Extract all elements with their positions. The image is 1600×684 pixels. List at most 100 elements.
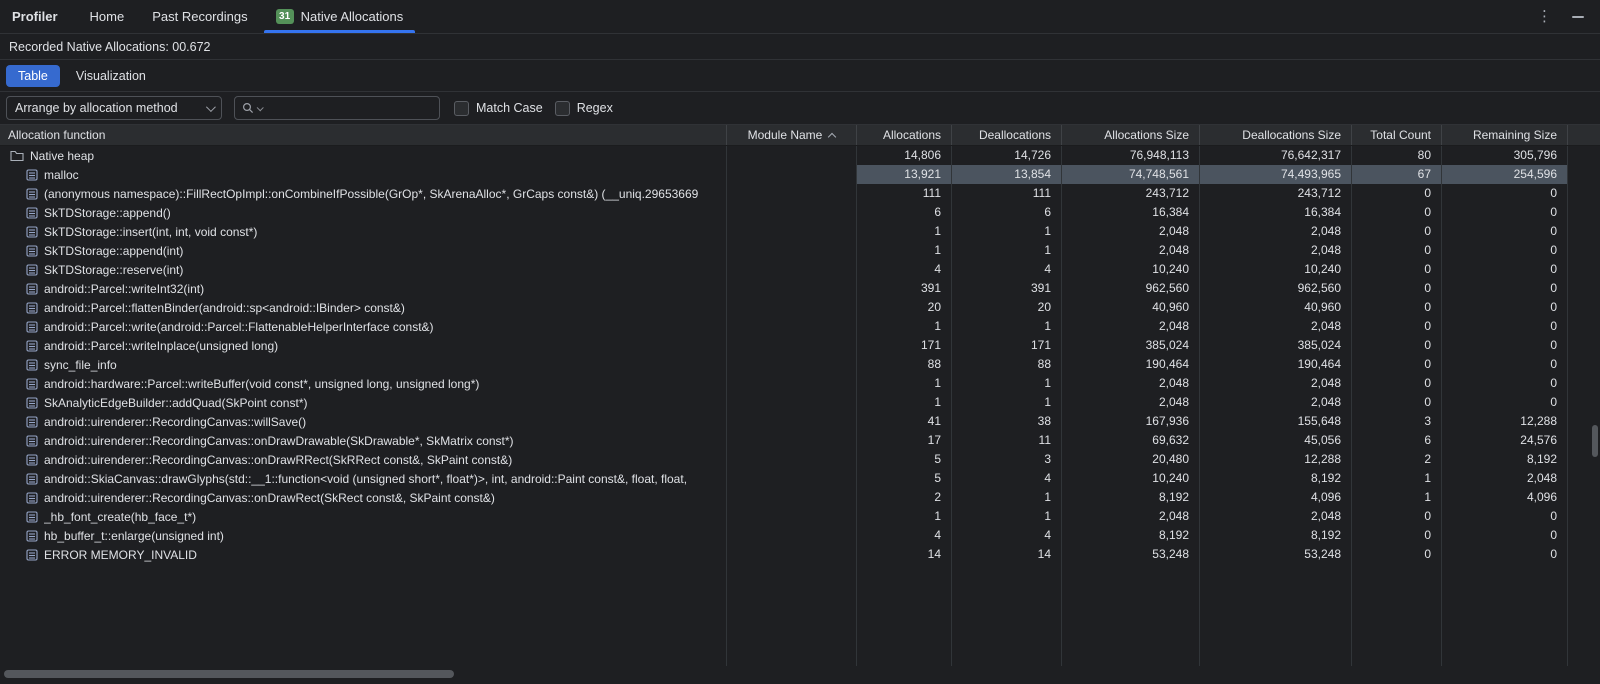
cell-deallocations-size: 12,288 xyxy=(1200,450,1352,469)
table-row[interactable]: android::Parcel::flattenBinder(android::… xyxy=(0,298,1600,317)
tab-home-label: Home xyxy=(90,9,125,24)
allocation-method-icon xyxy=(26,245,38,257)
table-row[interactable]: SkAnalyticEdgeBuilder::addQuad(SkPoint c… xyxy=(0,393,1600,412)
cell-module-name xyxy=(727,279,857,298)
column-header-allocation-function[interactable]: Allocation function xyxy=(0,125,727,145)
tab-past-recordings-label: Past Recordings xyxy=(152,9,247,24)
column-header-remaining-size[interactable]: Remaining Size xyxy=(1442,125,1568,145)
function-name: android::uirenderer::RecordingCanvas::wi… xyxy=(44,415,306,429)
table-row[interactable]: hb_buffer_t::enlarge(unsigned int)448,19… xyxy=(0,526,1600,545)
function-name: malloc xyxy=(44,168,79,182)
tab-home[interactable]: Home xyxy=(76,0,139,33)
table-row[interactable]: android::uirenderer::RecordingCanvas::on… xyxy=(0,488,1600,507)
cell-total-count: 3 xyxy=(1352,412,1442,431)
table-row[interactable]: SkTDStorage::reserve(int)4410,24010,2400… xyxy=(0,260,1600,279)
cell-total-count: 0 xyxy=(1352,279,1442,298)
table-row[interactable]: android::Parcel::writeInt32(int)39139196… xyxy=(0,279,1600,298)
column-header-allocations[interactable]: Allocations xyxy=(857,125,952,145)
cell-remaining-size: 0 xyxy=(1442,241,1568,260)
table-row[interactable]: android::hardware::Parcel::writeBuffer(v… xyxy=(0,374,1600,393)
arrange-by-dropdown[interactable]: Arrange by allocation method xyxy=(6,96,222,120)
cell-allocations-size: 2,048 xyxy=(1062,222,1200,241)
search-field[interactable] xyxy=(234,96,440,120)
table-row[interactable]: sync_file_info8888190,464190,46400 xyxy=(0,355,1600,374)
horizontal-scrollbar[interactable] xyxy=(0,666,1600,684)
horizontal-scrollbar-thumb[interactable] xyxy=(4,670,454,678)
function-name: android::Parcel::write(android::Parcel::… xyxy=(44,320,434,334)
cell-deallocations-size: 190,464 xyxy=(1200,355,1352,374)
cell-allocations-size: 10,240 xyxy=(1062,469,1200,488)
cell-deallocations: 4 xyxy=(952,260,1062,279)
table-row[interactable]: android::uirenderer::RecordingCanvas::on… xyxy=(0,450,1600,469)
tab-visualization[interactable]: Visualization xyxy=(64,65,158,87)
search-icon xyxy=(242,102,254,114)
empty-column-area xyxy=(1352,564,1442,666)
column-header-label: Allocations xyxy=(883,128,941,142)
cell-remaining-size: 0 xyxy=(1442,507,1568,526)
table-toolbar: Arrange by allocation method Match Case … xyxy=(0,92,1600,125)
table-row[interactable]: _hb_font_create(hb_face_t*)112,0482,0480… xyxy=(0,507,1600,526)
table-row[interactable]: android::uirenderer::RecordingCanvas::on… xyxy=(0,431,1600,450)
cell-deallocations: 38 xyxy=(952,412,1062,431)
regex-checkbox[interactable] xyxy=(555,101,570,116)
cell-remaining-size: 0 xyxy=(1442,298,1568,317)
cell-deallocations-size: 385,024 xyxy=(1200,336,1352,355)
folder-icon xyxy=(10,150,24,162)
cell-remaining-size: 8,192 xyxy=(1442,450,1568,469)
kebab-menu-icon[interactable]: ⋮ xyxy=(1537,9,1552,24)
cell-module-name xyxy=(727,469,857,488)
search-input[interactable] xyxy=(265,101,432,115)
cell-total-count: 0 xyxy=(1352,374,1442,393)
cell-allocations-size: 2,048 xyxy=(1062,317,1200,336)
cell-deallocations: 11 xyxy=(952,431,1062,450)
table-body: Native heap14,80614,72676,948,11376,642,… xyxy=(0,146,1600,564)
table-row[interactable]: SkTDStorage::insert(int, int, void const… xyxy=(0,222,1600,241)
allocation-method-icon xyxy=(26,321,38,333)
table-row[interactable]: android::Parcel::write(android::Parcel::… xyxy=(0,317,1600,336)
cell-allocations-size: 167,936 xyxy=(1062,412,1200,431)
cell-allocations-size: 190,464 xyxy=(1062,355,1200,374)
function-name: android::uirenderer::RecordingCanvas::on… xyxy=(44,434,514,448)
table-row[interactable]: android::SkiaCanvas::drawGlyphs(std::__1… xyxy=(0,469,1600,488)
table-row[interactable]: Native heap14,80614,72676,948,11376,642,… xyxy=(0,146,1600,165)
hide-window-icon[interactable] xyxy=(1572,16,1584,18)
cell-module-name xyxy=(727,146,857,165)
table-row[interactable]: malloc13,92113,85474,748,56174,493,96567… xyxy=(0,165,1600,184)
allocation-method-icon xyxy=(26,207,38,219)
cell-allocation-function: malloc xyxy=(0,165,727,184)
column-header-deallocations-size[interactable]: Deallocations Size xyxy=(1200,125,1352,145)
table-row[interactable]: ERROR MEMORY_INVALID141453,24853,24800 xyxy=(0,545,1600,564)
cell-total-count: 0 xyxy=(1352,355,1442,374)
column-header-module-name[interactable]: Module Name xyxy=(727,125,857,145)
cell-remaining-size: 0 xyxy=(1442,184,1568,203)
tab-table[interactable]: Table xyxy=(6,65,60,87)
column-header-total-count[interactable]: Total Count xyxy=(1352,125,1442,145)
cell-total-count: 0 xyxy=(1352,393,1442,412)
cell-remaining-size: 0 xyxy=(1442,317,1568,336)
cell-deallocations: 14,726 xyxy=(952,146,1062,165)
tab-past-recordings[interactable]: Past Recordings xyxy=(138,0,261,33)
cell-allocation-function: android::uirenderer::RecordingCanvas::on… xyxy=(0,431,727,450)
cell-allocations: 171 xyxy=(857,336,952,355)
allocation-method-icon xyxy=(26,169,38,181)
table-row[interactable]: SkTDStorage::append()6616,38416,38400 xyxy=(0,203,1600,222)
cell-total-count: 0 xyxy=(1352,545,1442,564)
table-row[interactable]: (anonymous namespace)::FillRectOpImpl::o… xyxy=(0,184,1600,203)
function-name: hb_buffer_t::enlarge(unsigned int) xyxy=(44,529,224,543)
column-header-deallocations[interactable]: Deallocations xyxy=(952,125,1062,145)
table-row[interactable]: SkTDStorage::append(int)112,0482,04800 xyxy=(0,241,1600,260)
cell-module-name xyxy=(727,165,857,184)
vertical-scrollbar-thumb[interactable] xyxy=(1592,425,1598,457)
cell-total-count: 0 xyxy=(1352,298,1442,317)
table-row[interactable]: android::uirenderer::RecordingCanvas::wi… xyxy=(0,412,1600,431)
cell-total-count: 67 xyxy=(1352,165,1442,184)
tab-native-allocations[interactable]: 31 Native Allocations xyxy=(262,0,418,33)
match-case-checkbox[interactable] xyxy=(454,101,469,116)
table-row[interactable]: android::Parcel::writeInplace(unsigned l… xyxy=(0,336,1600,355)
function-name: android::Parcel::writeInt32(int) xyxy=(44,282,204,296)
cell-deallocations: 1 xyxy=(952,241,1062,260)
column-header-allocations-size[interactable]: Allocations Size xyxy=(1062,125,1200,145)
arrange-by-value: Arrange by allocation method xyxy=(15,101,178,115)
allocations-table: Allocation functionModule Name Allocation… xyxy=(0,125,1600,684)
cell-remaining-size: 254,596 xyxy=(1442,165,1568,184)
